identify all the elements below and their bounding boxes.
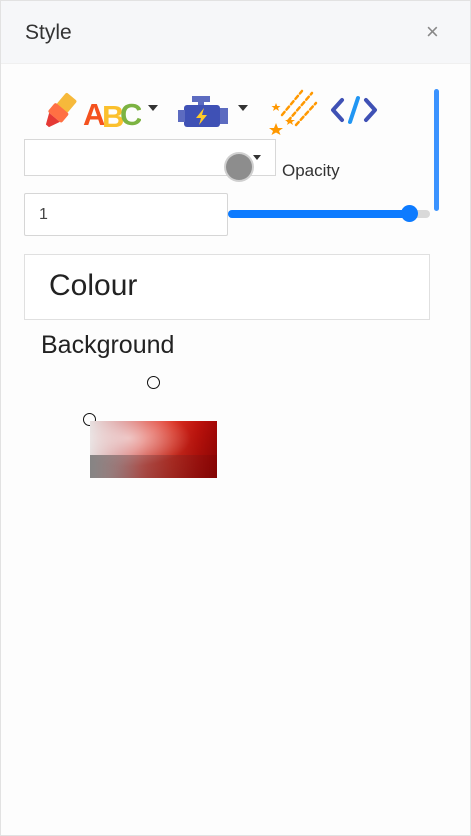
engine-icon[interactable] [178,94,228,132]
colour-heading: Colour [49,269,138,302]
background-label: Background [41,331,175,359]
svg-text:C: C [120,97,141,130]
engine-dropdown-caret[interactable] [238,105,248,111]
color-picker-dot[interactable] [226,154,252,180]
background-image-swatch[interactable] [90,421,217,478]
opacity-slider-fill [228,210,410,218]
colour-section[interactable]: Colour [24,254,430,320]
highlighter-icon[interactable] [38,90,80,134]
panel-header: Style × [1,1,470,64]
chevron-down-icon [253,155,261,160]
panel-title: Style [25,21,72,44]
close-icon[interactable]: × [426,21,439,43]
code-icon[interactable] [330,95,378,125]
shooting-stars-icon[interactable] [268,85,320,135]
gradient-handle[interactable] [147,376,160,389]
text-dropdown-caret[interactable] [148,105,158,111]
opacity-label: Opacity [282,161,340,180]
opacity-input[interactable] [24,193,228,236]
scrollbar[interactable] [434,89,439,211]
text-abc-icon[interactable]: A B C [83,94,141,130]
